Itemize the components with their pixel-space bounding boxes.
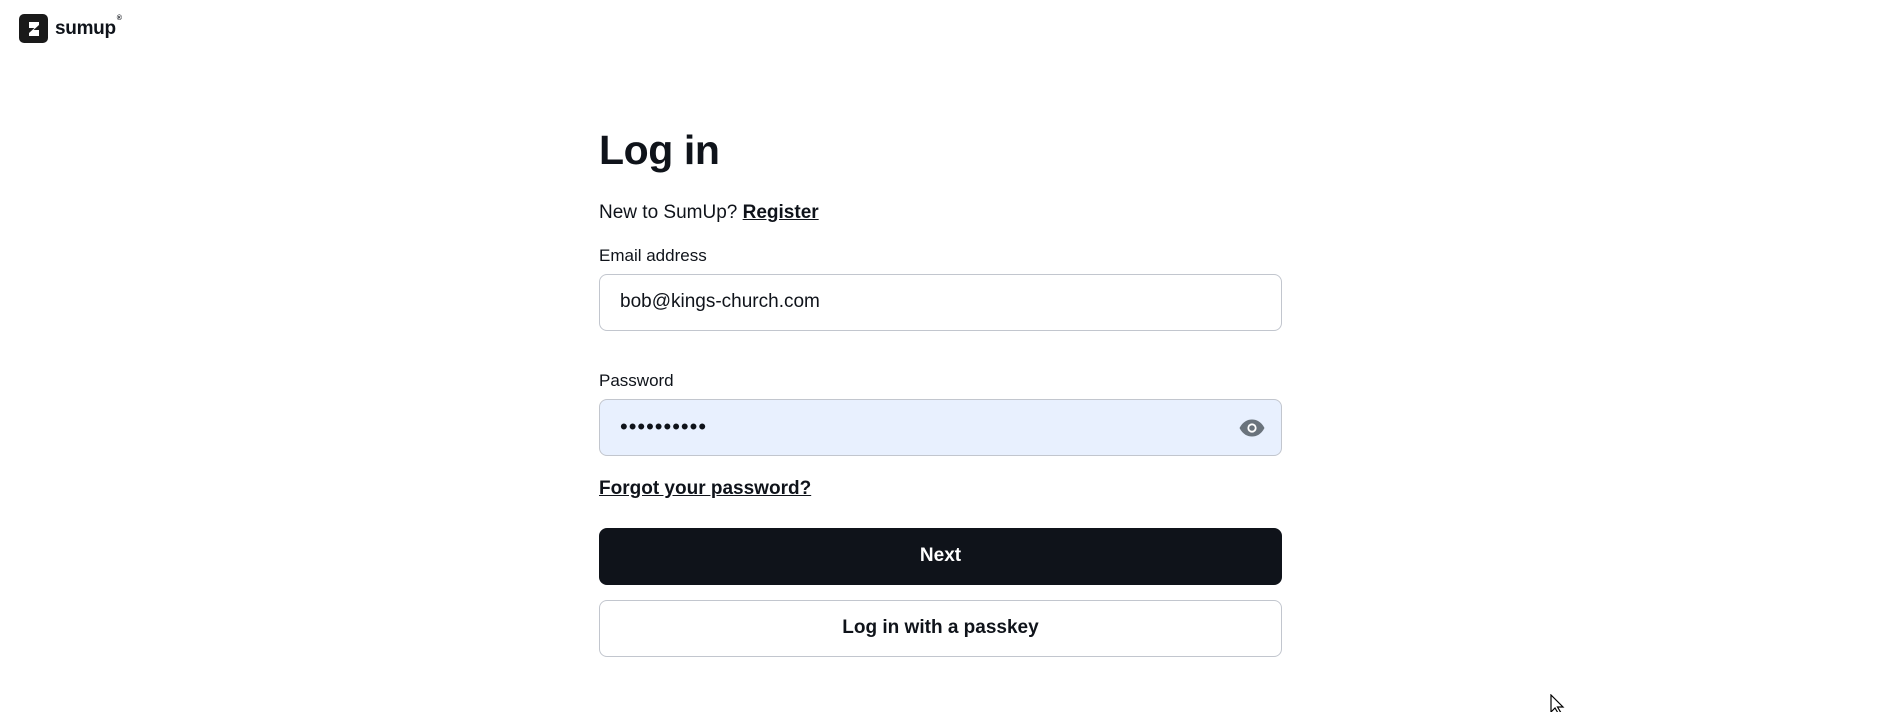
password-field-container xyxy=(599,398,1282,456)
password-label: Password xyxy=(599,370,674,390)
register-prompt: New to SumUp? Register xyxy=(599,201,1282,226)
email-field-container xyxy=(599,273,1282,331)
new-to-sumup-text: New to SumUp? xyxy=(599,202,738,224)
password-field[interactable] xyxy=(600,399,1281,455)
mouse-cursor-icon xyxy=(1550,693,1570,712)
email-label: Email address xyxy=(599,245,707,265)
register-link[interactable]: Register xyxy=(743,202,819,223)
email-field[interactable] xyxy=(600,274,1281,330)
eye-icon[interactable] xyxy=(1237,414,1267,442)
login-page: sumup® Log in New to SumUp? Register Ema… xyxy=(0,0,1878,712)
sumup-wordmark: sumup® xyxy=(55,15,122,39)
sumup-logo-icon xyxy=(19,14,48,43)
page-title: Log in xyxy=(599,127,720,173)
login-form: Log in New to SumUp? Register Email addr… xyxy=(599,127,1282,657)
next-button[interactable]: Next xyxy=(599,527,1282,585)
forgot-password-link[interactable]: Forgot your password? xyxy=(599,478,811,500)
sumup-logo[interactable]: sumup® xyxy=(19,14,122,43)
registered-mark: ® xyxy=(116,15,122,22)
passkey-login-button[interactable]: Log in with a passkey xyxy=(599,599,1282,657)
